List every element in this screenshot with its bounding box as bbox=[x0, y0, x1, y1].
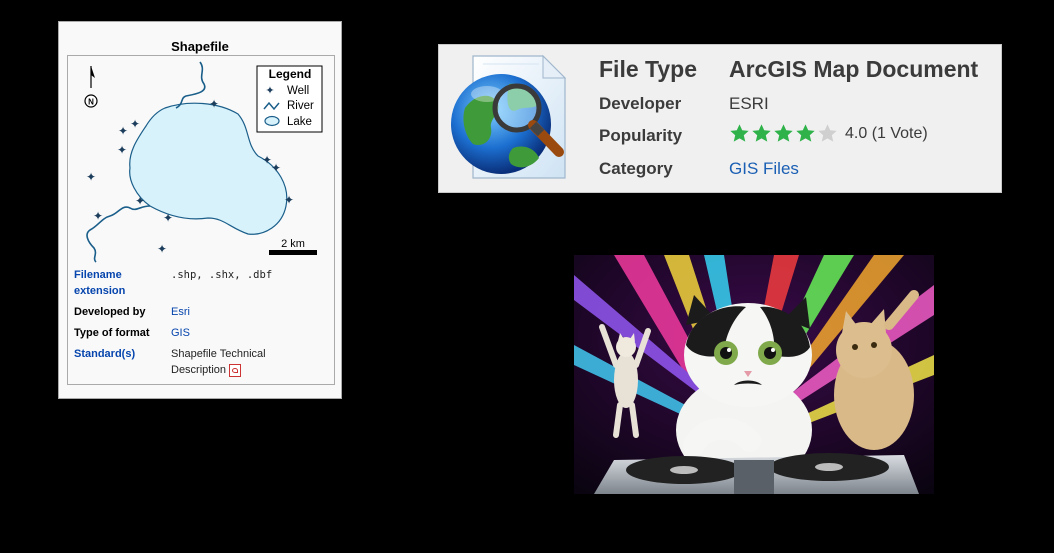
river-north bbox=[175, 61, 206, 109]
shapefile-infobox: Shapefile N ✦ ✦ ✦ ✦ ✦ ✦ ✦ ✦ ✦ ✦ ✦ ✦ Lege… bbox=[58, 21, 342, 399]
well-icon: ✦ bbox=[209, 97, 219, 111]
well-icon: ✦ bbox=[93, 209, 103, 223]
infobox-title: Shapefile bbox=[171, 39, 229, 54]
infobox-content: N ✦ ✦ ✦ ✦ ✦ ✦ ✦ ✦ ✦ ✦ ✦ ✦ Legend ✦ Well … bbox=[67, 55, 335, 385]
well-icon: ✦ bbox=[135, 194, 145, 208]
type-of-format-key: Type of format bbox=[74, 327, 150, 339]
standards-value-wrap: Shapefile Technical Description bbox=[171, 346, 281, 378]
legend-well-label: Well bbox=[287, 85, 309, 97]
well-icon: ✦ bbox=[271, 161, 281, 175]
popularity-value: 4.0 (1 Vote) bbox=[729, 123, 928, 144]
dj-cat-photo bbox=[574, 255, 934, 494]
shapefile-map: N ✦ ✦ ✦ ✦ ✦ ✦ ✦ ✦ ✦ ✦ ✦ ✦ Legend ✦ Well … bbox=[84, 61, 323, 263]
star-filled-icon bbox=[796, 124, 815, 142]
filename-extension-value: .shp, .shx, .dbf bbox=[171, 269, 273, 281]
map-legend: Legend ✦ Well River Lake bbox=[256, 65, 323, 133]
scale-bar: 2 km bbox=[269, 238, 317, 255]
well-icon: ✦ bbox=[163, 211, 173, 225]
developed-by-key: Developed by bbox=[74, 306, 146, 318]
well-icon: ✦ bbox=[157, 242, 167, 256]
scale-label: 2 km bbox=[281, 238, 305, 250]
well-icon: ✦ bbox=[118, 124, 128, 138]
north-arrow-icon: N bbox=[84, 66, 98, 108]
well-icon: ✦ bbox=[130, 117, 140, 131]
file-type-label: File Type bbox=[599, 56, 697, 82]
filename-extension-key[interactable]: Filename extension bbox=[74, 267, 146, 299]
star-filled-icon bbox=[752, 124, 771, 142]
standards-key[interactable]: Standard(s) bbox=[74, 346, 164, 362]
developed-by-value[interactable]: Esri bbox=[171, 304, 336, 320]
north-letter: N bbox=[88, 98, 94, 107]
legend-title: Legend bbox=[269, 67, 312, 81]
legend-well-icon: ✦ bbox=[265, 84, 274, 97]
rating-stars bbox=[729, 123, 839, 144]
developer-value: ESRI bbox=[729, 94, 769, 113]
legend-lake-icon bbox=[264, 115, 280, 127]
arcgis-map-document-icon bbox=[451, 54, 567, 179]
legend-river-label: River bbox=[287, 100, 314, 112]
type-of-format-value[interactable]: GIS bbox=[171, 325, 336, 341]
well-icon: ✦ bbox=[117, 143, 127, 157]
pdf-icon bbox=[229, 363, 242, 377]
category-label: Category bbox=[599, 159, 673, 178]
rating-text: 4.0 (1 Vote) bbox=[845, 124, 928, 142]
category-link[interactable]: GIS Files bbox=[729, 159, 799, 179]
standards-value[interactable]: Shapefile Technical Description bbox=[171, 348, 266, 376]
file-type-value: ArcGIS Map Document bbox=[729, 56, 979, 82]
popularity-label: Popularity bbox=[599, 126, 683, 145]
legend-lake-label: Lake bbox=[287, 116, 312, 128]
star-empty-icon bbox=[818, 124, 837, 142]
star-filled-icon bbox=[730, 124, 749, 142]
star-filled-icon bbox=[774, 124, 793, 142]
file-type-card: File Type ArcGIS Map Document Developer … bbox=[438, 44, 1002, 193]
well-icon: ✦ bbox=[284, 193, 294, 207]
well-icon: ✦ bbox=[86, 170, 96, 184]
developer-label: Developer bbox=[599, 94, 682, 113]
